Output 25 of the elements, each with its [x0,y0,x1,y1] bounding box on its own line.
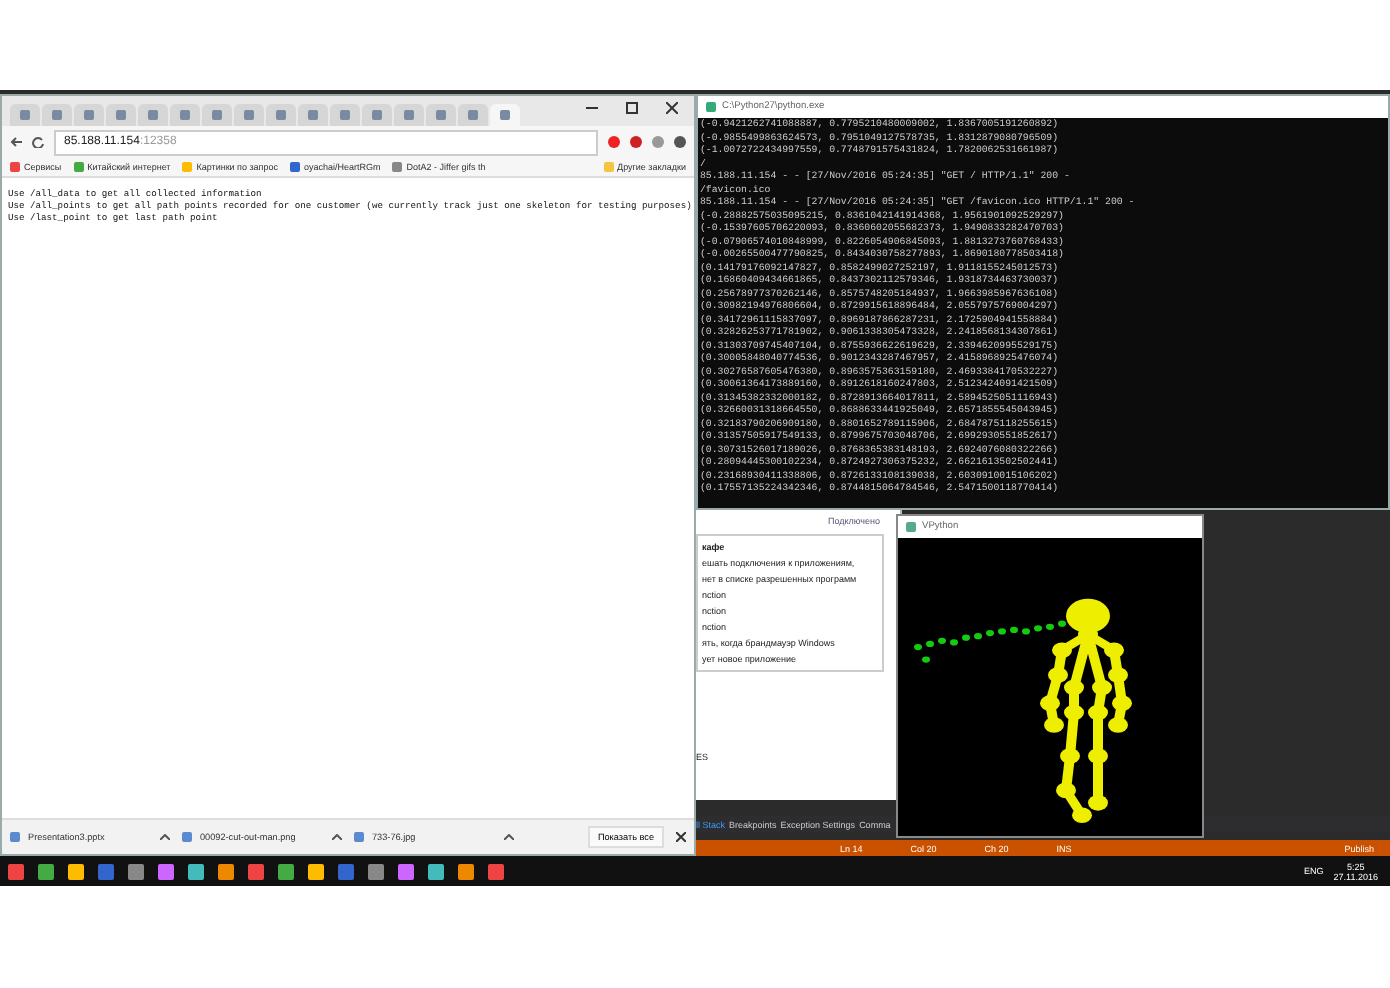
browser-tab[interactable] [138,104,168,126]
minimize-icon[interactable] [586,101,598,113]
browser-tab[interactable] [426,104,456,126]
back-icon[interactable] [10,136,22,148]
browser-tab[interactable] [490,104,520,126]
browser-tab[interactable] [394,104,424,126]
browser-tab[interactable] [10,104,40,126]
close-icon[interactable] [676,832,686,842]
caret-icon[interactable] [332,834,342,840]
browser-tab[interactable] [298,104,328,126]
browser-tab[interactable] [362,104,392,126]
browser-tab[interactable] [234,104,264,126]
maximize-icon[interactable] [626,101,638,113]
browser-tab[interactable] [170,104,200,126]
browser-tab[interactable] [42,104,72,126]
browser-tab[interactable] [330,104,360,126]
browser-tab[interactable] [458,104,488,126]
caret-icon[interactable] [504,834,514,840]
browser-tab[interactable] [74,104,104,126]
caret-icon[interactable] [160,834,170,840]
browser-tab[interactable] [202,104,232,126]
browser-tab[interactable] [106,104,136,126]
browser-tab[interactable] [266,104,296,126]
reload-icon[interactable] [32,136,44,148]
close-icon[interactable] [666,101,678,113]
